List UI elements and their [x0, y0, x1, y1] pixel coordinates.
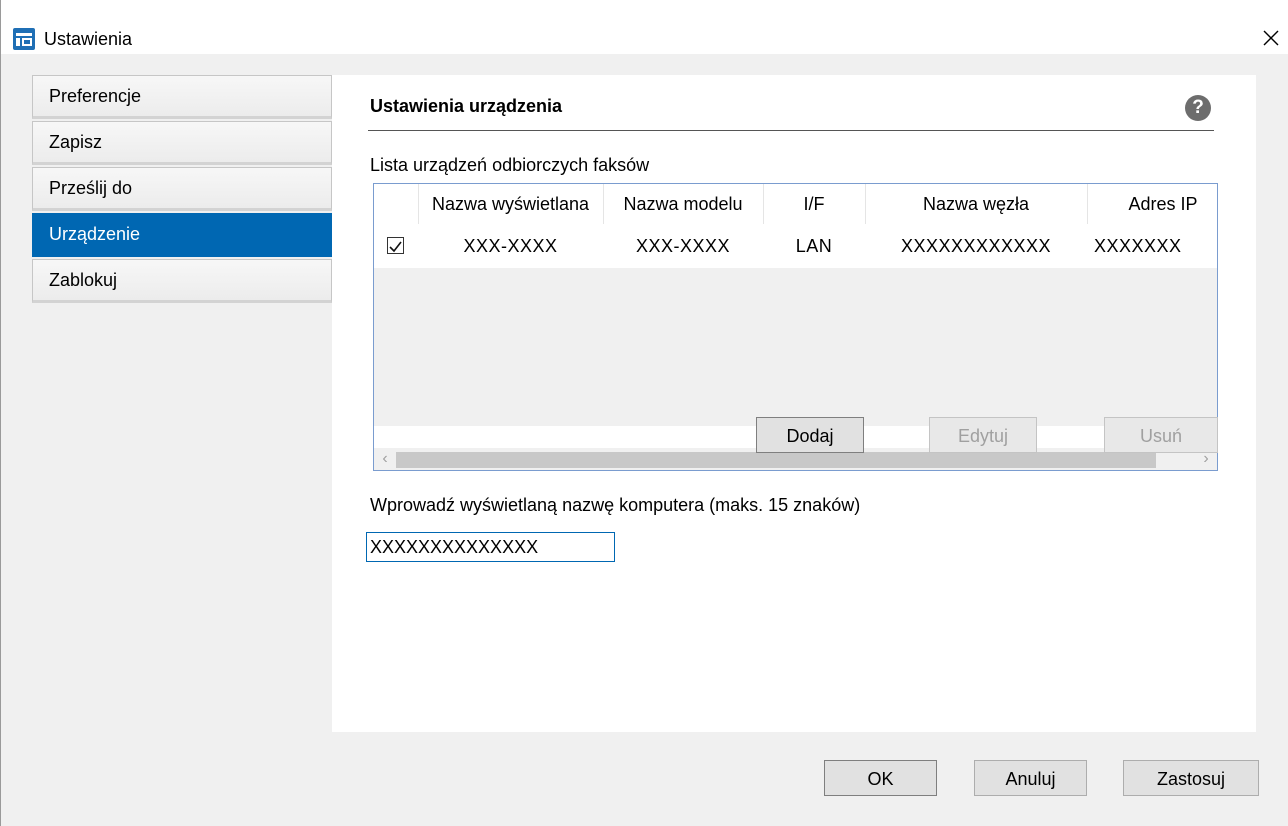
nav-item-lock[interactable]: Zablokuj [32, 259, 332, 303]
scrollbar-thumb[interactable] [396, 452, 1156, 468]
ok-button[interactable]: OK [824, 760, 937, 796]
row-checkbox[interactable] [387, 237, 404, 254]
nav-item-preferences[interactable]: Preferencje [32, 75, 332, 119]
section-divider [368, 130, 1214, 131]
title-bar: Ustawienia [1, 0, 1288, 54]
settings-nav: Preferencje Zapisz Prześlij do Urządzeni… [32, 75, 332, 305]
close-button[interactable] [1257, 24, 1285, 52]
nav-item-device[interactable]: Urządzenie [32, 213, 332, 257]
nav-item-send-to[interactable]: Prześlij do [32, 167, 332, 211]
column-header-display-name[interactable]: Nazwa wyświetlana [419, 184, 602, 224]
delete-button[interactable]: Usuń [1104, 417, 1218, 453]
close-icon [1263, 30, 1279, 46]
add-button[interactable]: Dodaj [756, 417, 864, 453]
column-header-node-name[interactable]: Nazwa węzła [866, 184, 1086, 224]
scroll-left-arrow-icon[interactable]: ‹ [374, 448, 396, 470]
column-header-ip-address[interactable]: Adres IP [1088, 184, 1217, 224]
table-row[interactable]: XXX-XXXX XXX-XXXX LAN XXXXXXXXXXXX XXXXX… [374, 224, 1217, 268]
cell-node-name: XXXXXXXXXXXX [900, 236, 1052, 256]
table-header: Nazwa wyświetlana Nazwa modelu I/F Nazwa… [374, 184, 1217, 224]
cancel-button[interactable]: Anuluj [974, 760, 1087, 796]
computer-name-label: Wprowadź wyświetlaną nazwę komputera (ma… [370, 495, 861, 515]
computer-name-input[interactable]: XXXXXXXXXXXXXX [366, 532, 615, 562]
fax-receivers-list-label: Lista urządzeń odbiorczych faksów [370, 155, 650, 175]
table-empty-area [374, 268, 1217, 426]
column-header-model-name[interactable]: Nazwa modelu [604, 184, 762, 224]
column-header-interface[interactable]: I/F [764, 184, 864, 224]
edit-button[interactable]: Edytuj [929, 417, 1037, 453]
nav-item-label: Prześlij do [49, 178, 133, 198]
nav-item-save[interactable]: Zapisz [32, 121, 332, 165]
settings-window-icon [12, 27, 36, 51]
cell-ip-address: XXXXXXX [1094, 236, 1182, 256]
apply-button[interactable]: Zastosuj [1123, 760, 1259, 796]
help-icon[interactable]: ? [1185, 95, 1211, 121]
cell-model-name: XXX-XXXX [635, 236, 731, 256]
cell-display-name: XXX-XXXX [463, 236, 558, 256]
device-settings-panel: Ustawienia urządzenia ? Lista urządzeń o… [332, 75, 1256, 732]
nav-item-label: Zapisz [49, 132, 103, 152]
nav-item-label: Preferencje [49, 86, 142, 106]
section-title: Ustawienia urządzenia [370, 96, 563, 116]
cell-interface: LAN [795, 236, 833, 256]
window-title: Ustawienia [44, 29, 133, 49]
nav-item-label: Zablokuj [49, 270, 118, 290]
settings-dialog: Ustawienia Preferencje Zapisz Prześlij d… [0, 0, 1288, 826]
nav-item-label: Urządzenie [49, 224, 141, 244]
checkmark-icon [389, 241, 402, 253]
